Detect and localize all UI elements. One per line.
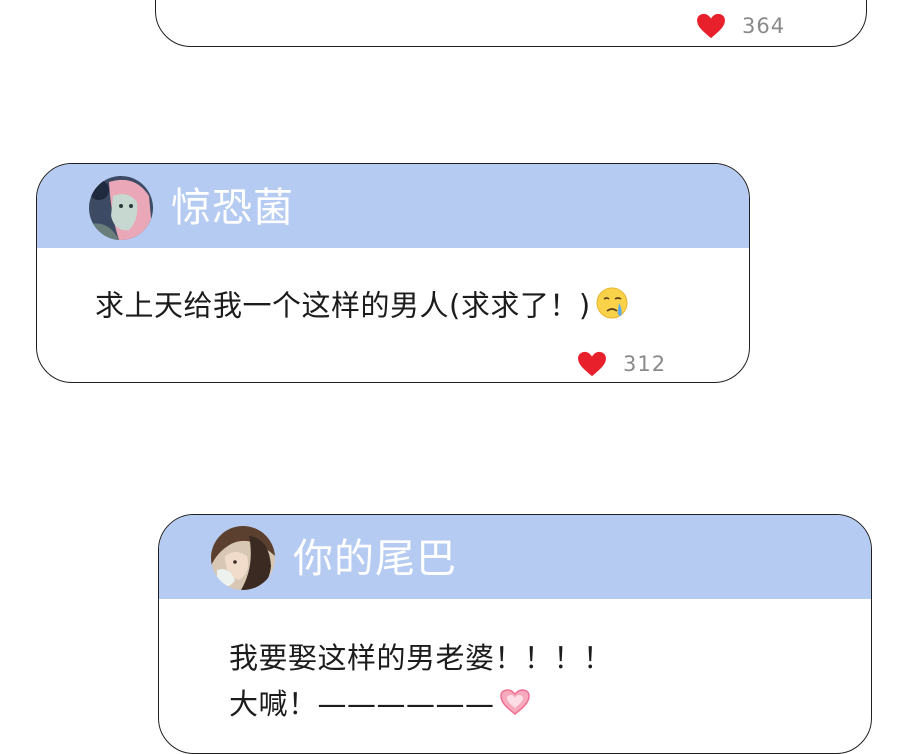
comment-text-content: 大喊！—————— [229,687,495,721]
heart-emoji [499,687,531,725]
comment-card: 364 [155,0,867,47]
comment-text-line: 大喊！—————— [229,685,531,725]
username[interactable]: 惊恐菌 [171,186,294,230]
comment-card: 你的尾巴 我要娶这样的男老婆！！！！ 大喊！—————— [158,514,872,754]
crying-face-emoji [595,286,629,329]
comment-text-content: 求上天给我一个这样的男人(求求了！) [95,288,591,323]
user-avatar[interactable] [89,176,153,240]
comment-card: 惊恐菌 求上天给我一个这样的男人(求求了！) 312 [36,163,750,383]
like-button[interactable]: 364 [696,13,785,39]
like-count: 312 [623,352,667,376]
like-button[interactable]: 312 [577,351,666,377]
comment-text-line: 我要娶这样的男老婆！！！！ [229,641,613,675]
username[interactable]: 你的尾巴 [293,537,457,581]
user-avatar[interactable] [211,526,275,590]
heart-icon [697,13,725,39]
heart-icon [578,351,606,377]
comment-text: 求上天给我一个这样的男人(求求了！) [95,286,629,329]
like-count: 364 [742,14,786,38]
